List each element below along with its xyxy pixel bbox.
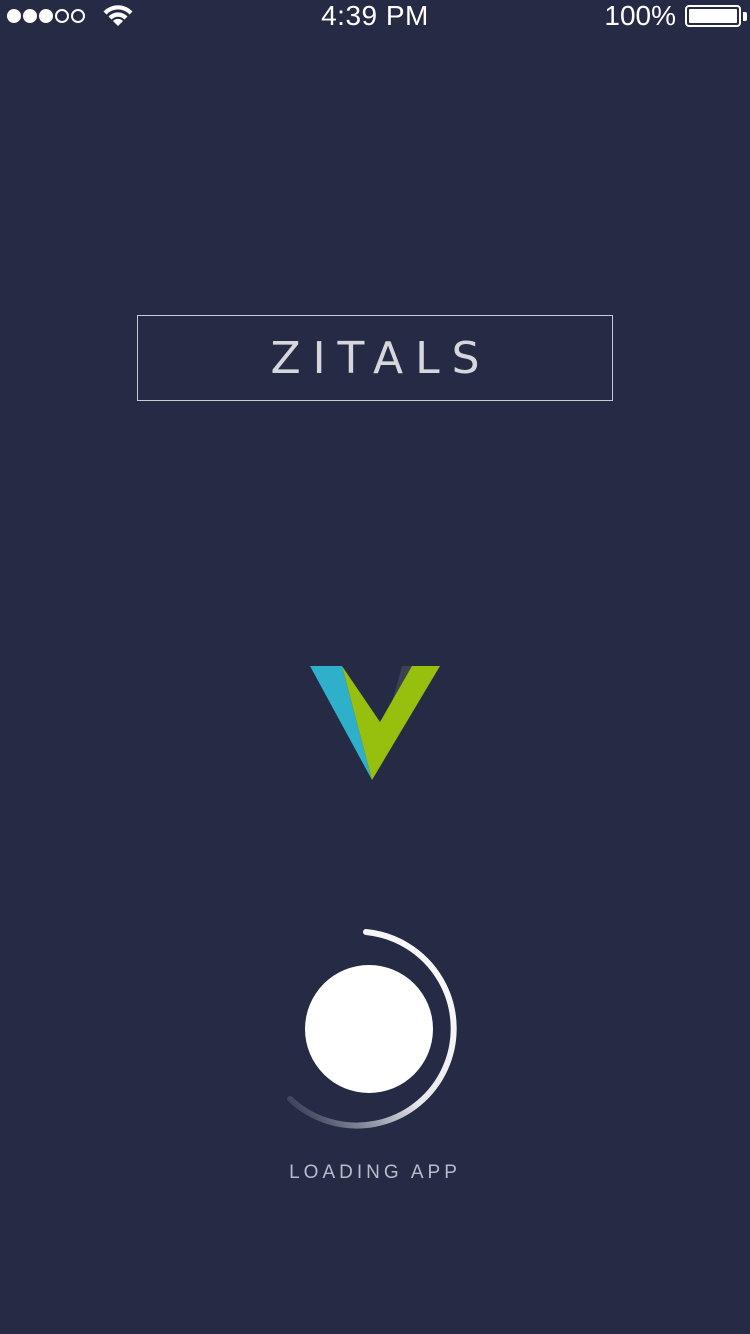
battery-fill	[689, 9, 737, 23]
battery-icon	[685, 5, 741, 27]
brand-name: ZITALS	[270, 332, 492, 384]
v-logo-icon	[310, 666, 440, 780]
battery-tip	[743, 12, 747, 21]
spinner-core	[305, 965, 433, 1093]
loading-label: LOADING APP	[289, 1162, 461, 1183]
battery-percentage: 100%	[604, 0, 676, 31]
status-bar: 4:39 PM 100%	[0, 0, 750, 40]
loading-spinner-icon	[287, 929, 457, 1129]
brand-title-box: ZITALS	[137, 315, 613, 401]
